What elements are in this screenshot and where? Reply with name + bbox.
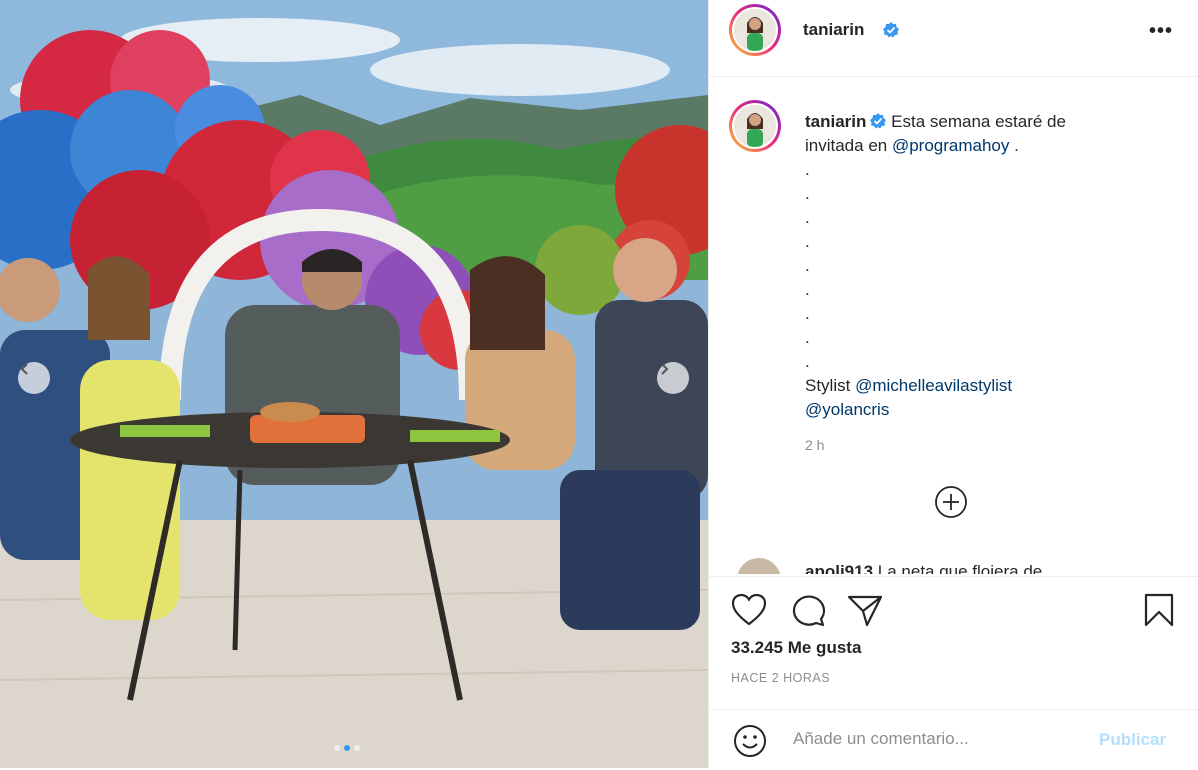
mention-link[interactable]: @programahoy [892,136,1009,155]
likes-count[interactable]: 33.245 Me gusta [731,638,861,658]
post-photo-illustration [0,0,708,768]
mention-link[interactable]: @yolancris [805,400,889,419]
more-options-icon[interactable]: ••• [1149,20,1173,43]
emoji-icon[interactable] [733,724,767,758]
caption-username[interactable]: taniarin [805,112,866,131]
caption-dot: . [805,208,810,227]
carousel-dot-active [344,745,350,751]
caption-text: taniarin Esta semana estaré de invitada … [805,110,1075,422]
post-actions: 33.245 Me gusta HACE 2 HORAS Publicar [709,576,1198,769]
post-photo[interactable] [0,0,708,768]
caption-dot: . [805,160,810,179]
mention-link[interactable]: @michelleavilastylist [855,376,1012,395]
comment-preview: apoli913 La neta que flojera de [805,562,1042,574]
carousel-dot [354,745,360,751]
caption-dot: . [805,352,810,371]
carousel-dot [334,745,340,751]
share-icon[interactable] [847,593,883,627]
post-header: taniarin ••• [709,0,1198,77]
carousel-indicator [334,745,360,751]
chevron-right-icon [661,363,669,375]
caption-body-end: . [1009,136,1019,155]
caption-dot: . [805,280,810,299]
chevron-left-icon [20,363,28,375]
bookmark-icon[interactable] [1143,593,1175,627]
caption-avatar[interactable] [729,100,781,152]
comment-username[interactable]: apoli913 [805,562,873,574]
caption-timestamp: 2 h [805,437,825,453]
caption-dot: . [805,304,810,323]
plus-circle-icon[interactable] [935,486,967,518]
post-timestamp[interactable]: HACE 2 HORAS [731,671,830,685]
comment-icon[interactable] [790,593,826,627]
carousel-next-button[interactable] [657,362,689,394]
comment-input[interactable] [791,728,1075,750]
verified-badge-icon [870,113,887,129]
caption-dot: . [805,256,810,275]
heart-icon[interactable] [731,593,767,627]
caption-dot: . [805,232,810,251]
caption-dot: . [805,184,810,203]
caption-dots: . . . . . . . . . [805,158,1075,374]
carousel-prev-button[interactable] [18,362,50,394]
stylist-label: Stylist [805,376,856,395]
comment-text: La neta que flojera de [877,562,1043,574]
header-username[interactable]: taniarin [803,20,864,40]
comment-avatar[interactable] [737,558,781,574]
caption-section: taniarin Esta semana estaré de invitada … [709,96,1198,574]
post-side-panel: taniarin ••• taniarin Esta semana estaré… [708,0,1198,768]
comment-bar: Publicar [709,709,1198,770]
avatar[interactable] [729,4,781,56]
verified-badge-icon [883,22,899,38]
caption-dot: . [805,328,810,347]
publish-button[interactable]: Publicar [1099,730,1166,750]
